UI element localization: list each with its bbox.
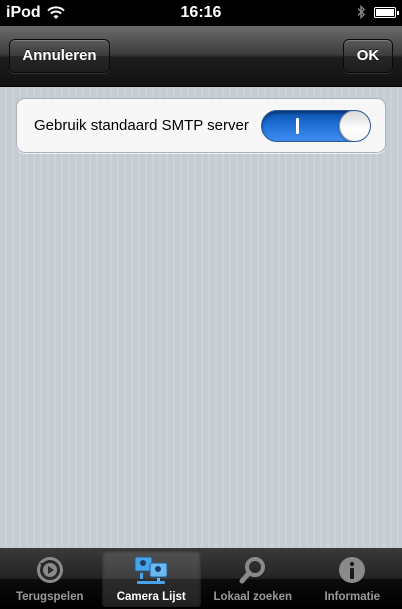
tab-lokaal-zoeken[interactable]: Lokaal zoeken bbox=[203, 548, 303, 609]
tab-label: Camera Lijst bbox=[116, 591, 186, 603]
camera-list-icon bbox=[133, 554, 169, 586]
smtp-setting-cell: Gebruik standaard SMTP server bbox=[16, 98, 386, 153]
bluetooth-icon bbox=[357, 5, 365, 19]
cancel-button[interactable]: Annuleren bbox=[9, 39, 110, 73]
tab-terugspelen[interactable]: Terugspelen bbox=[0, 548, 100, 609]
status-bar: iPod 16:16 bbox=[0, 0, 402, 26]
toggle-knob bbox=[339, 111, 370, 141]
smtp-setting-label: Gebruik standaard SMTP server bbox=[34, 117, 249, 134]
battery-icon bbox=[374, 6, 399, 18]
tab-label: Informatie bbox=[324, 591, 381, 603]
search-icon bbox=[238, 554, 268, 586]
navigation-bar: Annuleren OK bbox=[0, 26, 402, 87]
replay-icon bbox=[35, 554, 65, 586]
tab-bar: Terugspelen Camera Lijst Lokaal zoeken I… bbox=[0, 548, 402, 609]
tab-camera-lijst[interactable]: Camera Lijst bbox=[101, 550, 201, 607]
smtp-toggle-switch[interactable] bbox=[261, 110, 371, 142]
info-icon bbox=[337, 554, 367, 586]
status-right bbox=[356, 5, 399, 19]
toggle-on-indicator bbox=[296, 118, 299, 134]
ok-button[interactable]: OK bbox=[343, 39, 393, 73]
status-time: 16:16 bbox=[180, 4, 222, 21]
tab-informatie[interactable]: Informatie bbox=[303, 548, 402, 609]
settings-content: Gebruik standaard SMTP server bbox=[0, 87, 402, 548]
tab-label: Lokaal zoeken bbox=[213, 591, 293, 603]
tab-label: Terugspelen bbox=[15, 591, 84, 603]
